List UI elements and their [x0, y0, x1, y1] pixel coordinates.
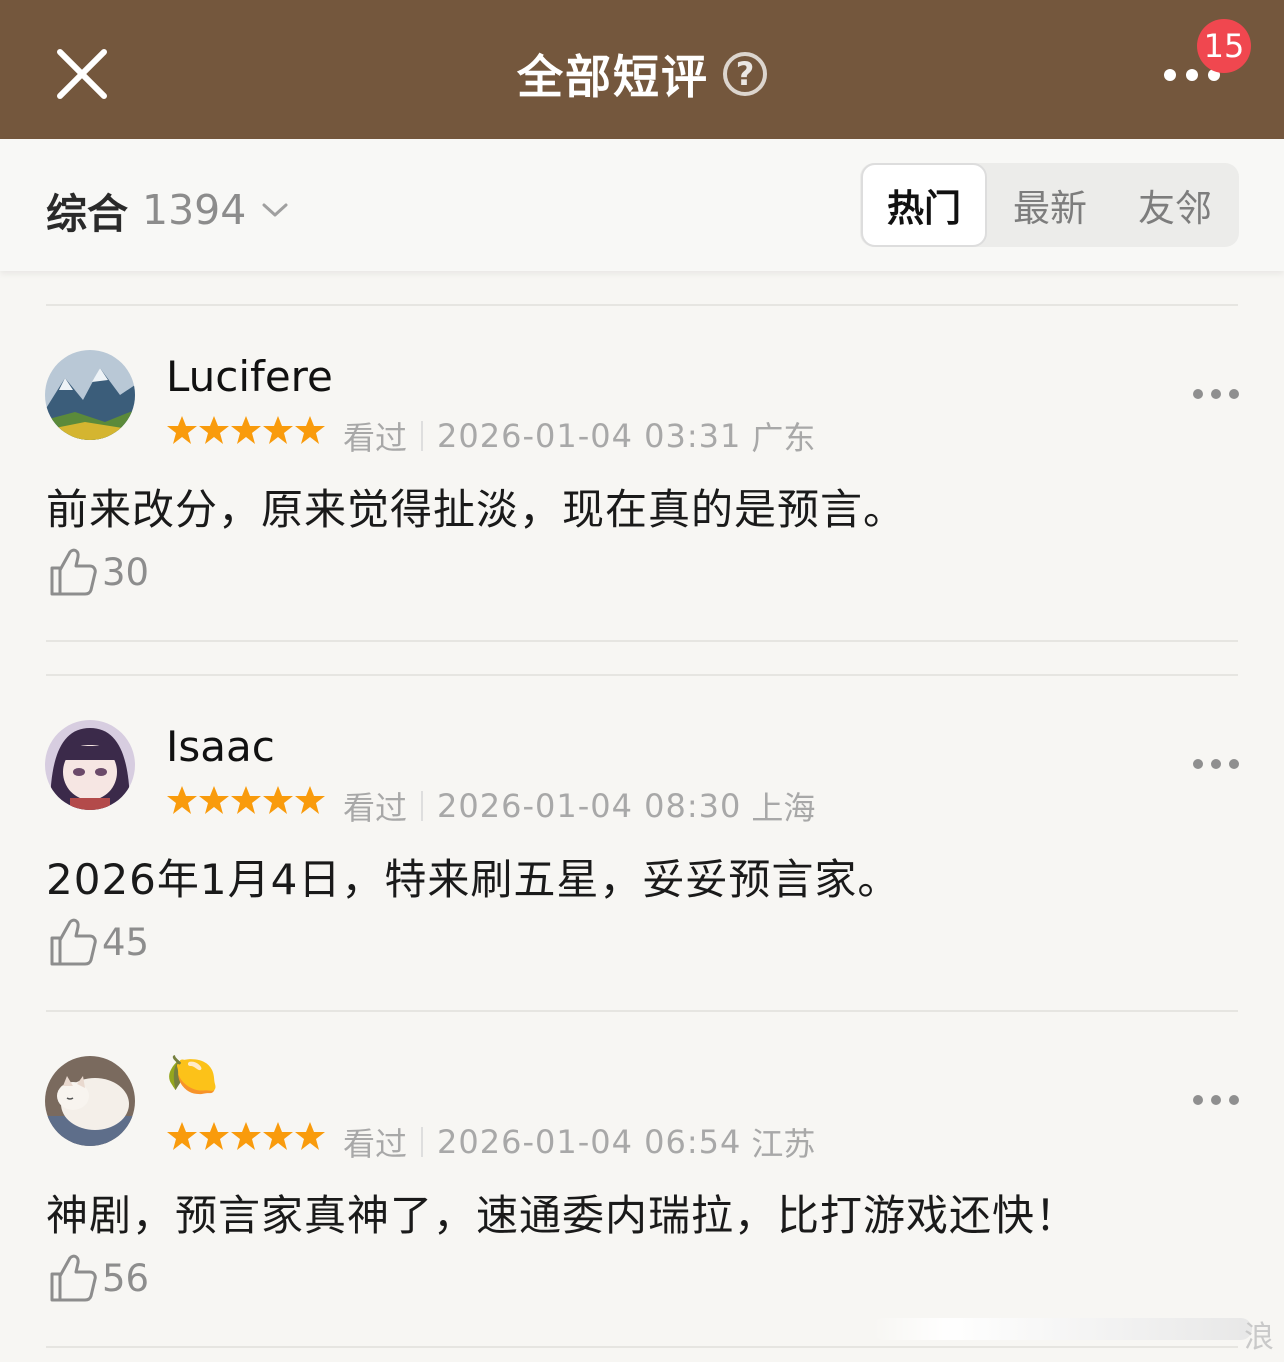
divider — [46, 640, 1238, 642]
username[interactable]: 🍋 — [166, 1050, 218, 1100]
avatar[interactable] — [45, 1056, 135, 1146]
comment-meta: 看过 2026-01-04 03:31 广东 — [343, 413, 815, 459]
comment-text: 2026年1月4日，特来刷五星，妥妥预言家。 — [46, 855, 901, 904]
notification-badge[interactable]: 15 — [1197, 19, 1251, 73]
tab-latest[interactable]: 最新 — [987, 163, 1113, 247]
divider — [46, 674, 1238, 676]
thumbs-up-icon — [50, 918, 97, 966]
star-rating — [166, 414, 326, 446]
five-stars-icon — [167, 786, 325, 814]
like-count: 45 — [102, 920, 150, 964]
sleeping-cat-avatar — [45, 1056, 135, 1146]
avatar[interactable] — [45, 720, 135, 810]
tab-hot[interactable]: 热门 — [861, 163, 987, 247]
five-stars-icon — [167, 1122, 325, 1150]
thumbs-up-icon — [50, 1254, 97, 1302]
like-button[interactable]: 56 — [48, 1252, 149, 1304]
comment-datetime: 2026-01-04 08:30 — [437, 787, 742, 825]
star-rating — [166, 1120, 326, 1152]
comment-meta: 看过 2026-01-04 06:54 江苏 — [343, 1119, 815, 1165]
watch-status: 看过 — [343, 789, 408, 827]
chevron-down-icon — [262, 203, 288, 217]
five-stars-icon — [167, 416, 325, 444]
star-rating — [166, 784, 326, 816]
avatar[interactable] — [45, 350, 135, 440]
more-options-icon[interactable] — [1192, 384, 1240, 404]
like-button[interactable]: 45 — [48, 916, 149, 968]
comment-location: 上海 — [751, 789, 816, 827]
sort-label: 综合 — [46, 190, 128, 238]
comment-text: 前来改分，原来觉得扯淡，现在真的是预言。 — [46, 485, 907, 534]
like-button[interactable]: 30 — [48, 546, 149, 598]
username[interactable]: Lucifere — [166, 352, 333, 401]
help-icon[interactable]: ? — [723, 52, 767, 96]
watermark-text: 浪 — [1244, 1320, 1274, 1355]
comment-text: 神剧，预言家真神了，速通委内瑞拉，比打游戏还快！ — [46, 1191, 1079, 1240]
thumbs-up-icon — [50, 548, 97, 596]
more-options-icon[interactable] — [1192, 754, 1240, 774]
comment-meta: 看过 2026-01-04 08:30 上海 — [343, 783, 815, 829]
watch-status: 看过 — [343, 419, 408, 457]
anime-girl-avatar — [45, 720, 135, 810]
top-bar: 全部短评 ? 15 — [0, 0, 1284, 139]
comment-location: 广东 — [751, 419, 816, 457]
tab-friends[interactable]: 友邻 — [1112, 163, 1238, 247]
comment-datetime: 2026-01-04 03:31 — [437, 417, 742, 455]
like-count: 30 — [102, 550, 150, 594]
page-title: 全部短评 — [517, 50, 709, 104]
watch-status: 看过 — [343, 1125, 408, 1163]
comment-location: 江苏 — [751, 1125, 816, 1163]
divider — [46, 1346, 1238, 1348]
comment-datetime: 2026-01-04 06:54 — [437, 1123, 742, 1161]
divider — [46, 304, 1238, 306]
tab-switcher: 热门 最新 友邻 — [860, 163, 1239, 247]
mountain-landscape-avatar — [45, 350, 135, 440]
username[interactable]: Isaac — [166, 722, 275, 771]
like-count: 56 — [102, 1256, 150, 1300]
comment-count: 1394 — [142, 186, 247, 234]
more-options-icon[interactable] — [1192, 1090, 1240, 1110]
divider — [46, 1010, 1238, 1012]
sort-dropdown[interactable]: 综合 1394 — [46, 180, 290, 240]
watermark — [872, 1318, 1252, 1340]
